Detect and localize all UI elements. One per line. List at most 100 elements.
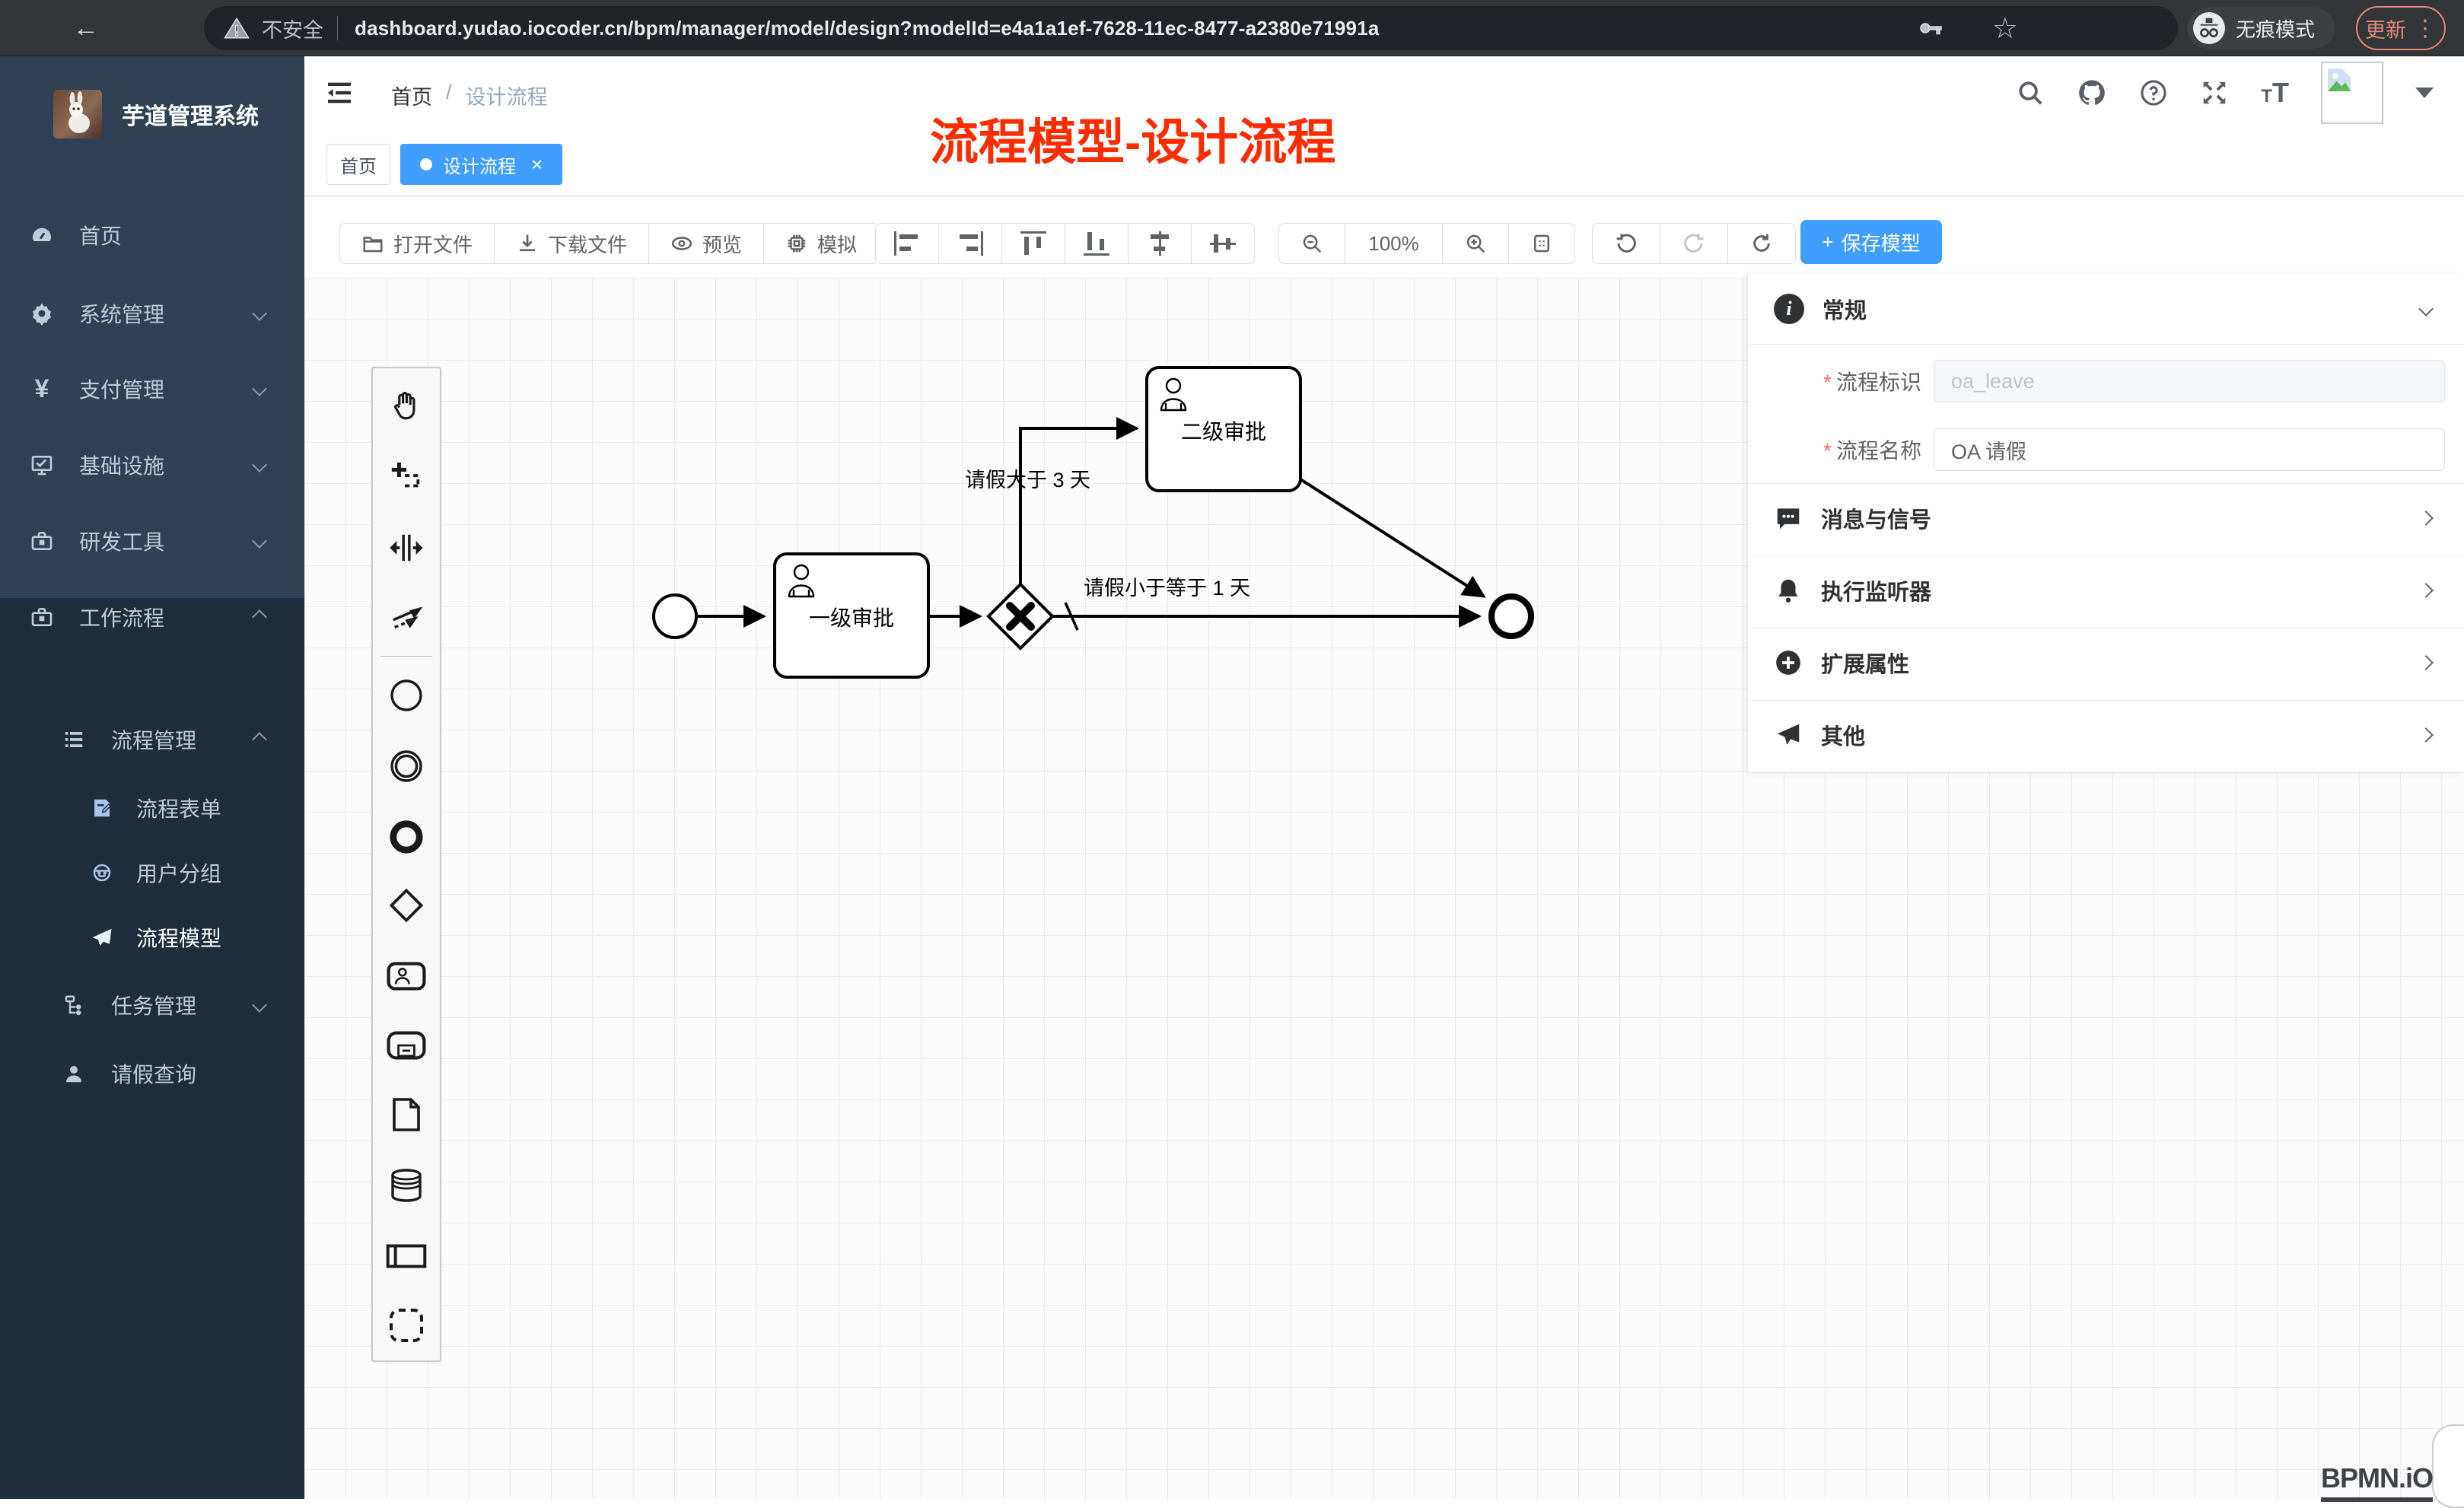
sidebar-item-home[interactable]: 首页	[0, 199, 304, 271]
section-general[interactable]: i 常规	[1748, 274, 2464, 344]
align-center-button[interactable]	[1129, 224, 1192, 263]
exclusive-gateway[interactable]	[988, 584, 1052, 648]
create-data-store[interactable]	[373, 1161, 440, 1210]
create-subprocess[interactable]	[373, 1021, 440, 1070]
align-middle-button[interactable]	[1192, 224, 1254, 263]
section-title: 消息与信号	[1821, 502, 1931, 534]
sidebar-item-user-group[interactable]: 用户分组	[0, 837, 304, 908]
flow-gateway-to-task2[interactable]	[1020, 428, 1137, 584]
history-button-group	[1592, 223, 1796, 264]
global-connect-tool[interactable]	[373, 593, 440, 641]
space-tool[interactable]	[373, 523, 440, 572]
help-icon[interactable]	[2139, 78, 2168, 107]
search-icon[interactable]	[2016, 78, 2045, 107]
simulate-button[interactable]: 模拟	[764, 224, 878, 263]
browser-update-button[interactable]: 更新 ⋮	[2356, 6, 2446, 50]
restart-button[interactable]	[1728, 224, 1795, 263]
open-file-button[interactable]: 打开文件	[340, 224, 495, 263]
create-end-event[interactable]	[373, 813, 440, 861]
omnibox-divider	[337, 16, 338, 40]
tab-label: 设计流程	[443, 151, 516, 178]
create-gateway[interactable]	[373, 881, 440, 930]
tab-home[interactable]: 首页	[326, 144, 390, 185]
hand-tool[interactable]	[373, 382, 440, 431]
flow-label-lte1[interactable]: 请假小于等于 1 天	[1084, 577, 1250, 600]
app-logo-row[interactable]: 芋道管理系统	[0, 68, 304, 160]
url-text[interactable]: dashboard.yudao.iocoder.cn/bpm/manager/m…	[355, 17, 1380, 40]
sidebar-item-process-mgmt[interactable]: 流程管理	[0, 704, 304, 775]
sidebar-item-process-model[interactable]: 流程模型	[0, 902, 304, 973]
process-key-input[interactable]	[1934, 360, 2445, 402]
browser-back-icon[interactable]: ←	[73, 0, 99, 56]
create-intermediate-event[interactable]	[373, 742, 440, 791]
bookmark-star-icon[interactable]: ☆	[1992, 11, 2018, 46]
button-label: 预览	[702, 230, 742, 258]
breadcrumb-home[interactable]: 首页	[391, 81, 432, 110]
sidebar-item-payment[interactable]: ¥ 支付管理	[0, 353, 304, 425]
panel-divider	[1748, 344, 2464, 345]
designer-toolbar: 打开文件 下载文件 预览 模拟 1	[304, 197, 2464, 278]
sidebar-item-process-form[interactable]: 流程表单	[0, 772, 304, 844]
end-event[interactable]	[1491, 597, 1531, 636]
eye-icon	[670, 232, 693, 255]
breadcrumb-current: 设计流程	[466, 81, 548, 110]
person-icon	[61, 1062, 87, 1085]
align-top-button[interactable]	[1002, 224, 1065, 263]
font-size-icon[interactable]: TT	[2261, 77, 2289, 109]
section-messages-signals[interactable]: 消息与信号	[1748, 483, 2464, 553]
fullscreen-icon[interactable]	[2200, 78, 2229, 107]
process-name-label: *流程名称	[1748, 434, 1921, 465]
zoom-level[interactable]: 100%	[1345, 224, 1443, 263]
create-data-object[interactable]	[373, 1090, 440, 1139]
align-right-button[interactable]	[939, 224, 1002, 263]
redo-icon	[1682, 231, 1706, 256]
section-execution-listener[interactable]: 执行监听器	[1748, 555, 2464, 625]
undo-button[interactable]	[1593, 224, 1660, 263]
sidebar-item-devtools[interactable]: 研发工具	[0, 505, 304, 577]
zoom-reset-button[interactable]	[1509, 224, 1574, 263]
bpmn-io-watermark[interactable]: BPMN.iO	[2321, 1462, 2433, 1502]
user-task-level2[interactable]: 二级审批	[1147, 367, 1300, 491]
tab-design-process[interactable]: 设计流程 ×	[400, 144, 562, 185]
section-other[interactable]: 其他	[1748, 700, 2464, 770]
address-bar[interactable]: 不安全 dashboard.yudao.iocoder.cn/bpm/manag…	[204, 6, 2178, 50]
process-key-row: *流程标识	[1748, 360, 2464, 402]
security-label[interactable]: 不安全	[262, 14, 323, 43]
properties-panel: i 常规 *流程标识 *流程名称 消息与信号 执行监听器 扩展属性	[1747, 274, 2464, 773]
download-file-button[interactable]: 下载文件	[495, 224, 649, 263]
create-participant[interactable]	[373, 1232, 440, 1281]
flow-label-gt3[interactable]: 请假大于 3 天	[965, 469, 1090, 492]
align-left-button[interactable]	[876, 224, 939, 263]
dashboard-icon	[29, 223, 55, 247]
avatar[interactable]	[2321, 62, 2383, 124]
passwords-key-icon[interactable]	[1916, 14, 1944, 42]
sidebar-collapse-icon[interactable]	[324, 78, 355, 108]
flow-task2-to-end[interactable]	[1300, 479, 1484, 597]
page-header: 首页 / 设计流程 TT	[304, 56, 2464, 129]
task1-label: 一级审批	[809, 606, 894, 630]
zoom-in-button[interactable]	[1443, 224, 1509, 263]
browser-menu-dots-icon[interactable]: ⋮	[2414, 15, 2437, 42]
create-user-task[interactable]	[373, 952, 440, 1001]
save-model-button[interactable]: + 保存模型	[1800, 220, 1942, 264]
user-task-level1[interactable]: 一级审批	[775, 554, 928, 677]
sidebar-item-leave-query[interactable]: 请假查询	[0, 1038, 304, 1109]
redo-button[interactable]	[1660, 224, 1728, 263]
sidebar-item-task-mgmt[interactable]: 任务管理	[0, 969, 304, 1041]
avatar-caret-icon[interactable]	[2415, 87, 2434, 98]
create-group[interactable]	[373, 1301, 440, 1350]
process-name-input[interactable]	[1934, 428, 2445, 471]
lasso-tool[interactable]	[373, 453, 440, 501]
align-bottom-button[interactable]	[1065, 224, 1129, 263]
zoom-out-button[interactable]	[1279, 224, 1345, 263]
sidebar-item-infra[interactable]: 基础设施	[0, 429, 304, 501]
create-start-event[interactable]	[373, 671, 440, 720]
tab-close-icon[interactable]: ×	[531, 153, 543, 177]
sidebar-item-workflow[interactable]: 工作流程	[0, 581, 304, 653]
github-icon[interactable]	[2077, 78, 2107, 108]
section-extension-attrs[interactable]: 扩展属性	[1748, 628, 2464, 698]
start-event[interactable]	[654, 595, 696, 638]
section-title: 其他	[1821, 719, 1865, 751]
sidebar-item-system[interactable]: 系统管理	[0, 278, 304, 349]
preview-button[interactable]: 预览	[649, 224, 764, 263]
